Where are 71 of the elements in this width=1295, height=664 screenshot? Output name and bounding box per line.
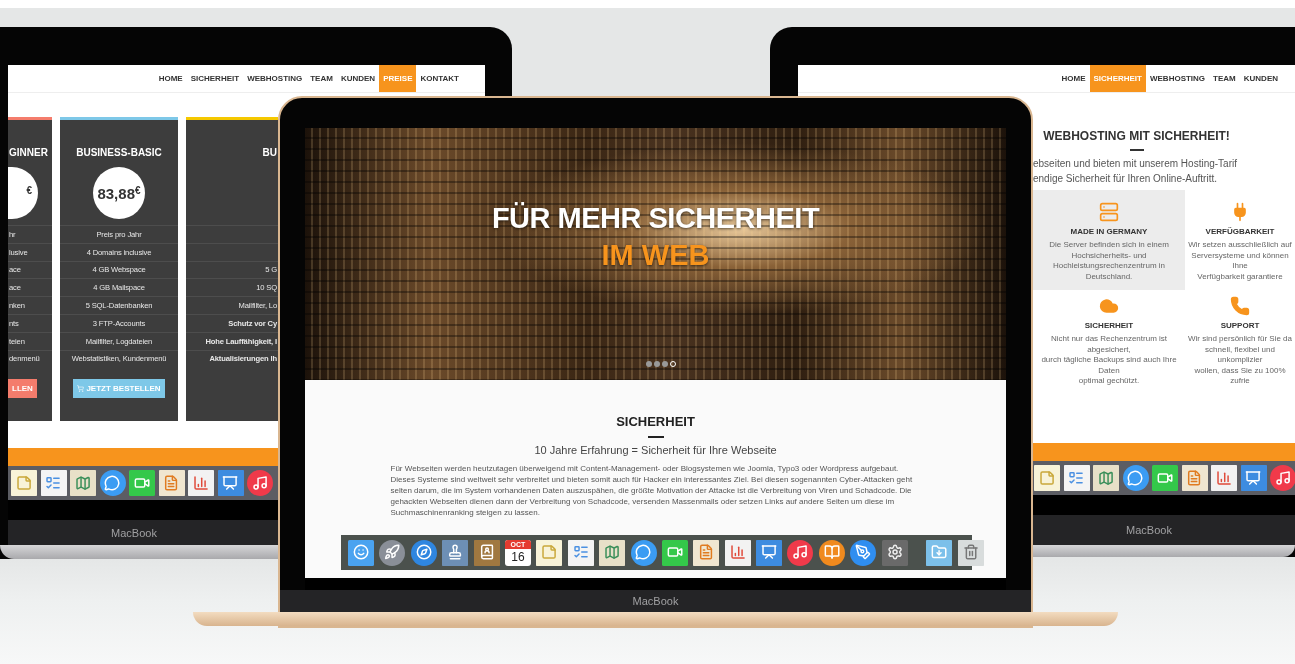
map-icon[interactable]: [1093, 465, 1119, 491]
body-paragraph: Für Webseiten werden heutzutagen überweigend mit Content-Management- oder Blogsystemen wie Joomla, Typo3 oder Wordpress aufgebaut. Dieses Systeme sind weltweit sehr verbreitet und bieten somit auch für Hacker ein interessantes Ziel. Bei diesen sogenannten Cyber-Attacken geht selten darum, die im System vorhandenen Daten auszuspähen, die größte Motivation der Attacke ist die Verbreitung von Viren und Schadcode. Die gehackten Webseiten dienen dann der Verbreitung von Schadcode, versenden Massenmails oder setzen Links auf andere Seiten um diese im Suchmaschinenranking steigen zu lassen.: [390, 463, 914, 518]
checklist-icon[interactable]: [567, 539, 594, 566]
pen-tool-icon[interactable]: [850, 539, 877, 566]
hero-title: FÜR MEHR SICHERHEIT: [491, 202, 820, 235]
rocket-icon[interactable]: [379, 539, 406, 566]
map-icon[interactable]: [70, 470, 96, 496]
plan-title: BU: [261, 147, 278, 160]
presentation-icon[interactable]: [1240, 465, 1267, 491]
nav-link[interactable]: WEBHOSTING: [1146, 65, 1210, 92]
nav-link[interactable]: WEBHOSTING: [243, 65, 307, 92]
slider-dot[interactable]: [662, 361, 668, 367]
feature-title: VERFÜGBARKEIT: [1205, 227, 1275, 236]
nav-link[interactable]: HOME: [154, 65, 187, 92]
hero-highlight: IM WEB: [601, 239, 710, 272]
price: 83,88€: [97, 184, 141, 202]
cloud-icon: [1099, 296, 1119, 316]
trash-icon[interactable]: [957, 539, 984, 566]
music-note-icon[interactable]: [787, 539, 814, 566]
nav-link[interactable]: TEAM: [306, 65, 337, 92]
speech-bubble-icon[interactable]: [99, 470, 126, 496]
phone-icon: [1230, 296, 1250, 316]
nav-link[interactable]: KONTAKT: [416, 65, 463, 92]
notepad-icon[interactable]: [536, 539, 563, 566]
nav-link[interactable]: TEAM: [1209, 65, 1240, 92]
open-book-icon[interactable]: [818, 539, 845, 566]
nav-link[interactable]: SICHERHEIT: [186, 65, 244, 92]
music-note-icon[interactable]: [247, 470, 273, 496]
speech-bubble-icon[interactable]: [1122, 465, 1149, 491]
smiley-face-icon[interactable]: [348, 539, 374, 566]
feature-title: MADE IN GERMANY: [1070, 227, 1148, 236]
nav-link[interactable]: HOME: [1057, 65, 1090, 92]
brand-label: MacBook: [111, 526, 157, 539]
bar-chart-icon[interactable]: [724, 539, 751, 566]
speech-bubble-icon[interactable]: [630, 539, 657, 566]
plan-title: GINNER: [8, 147, 49, 160]
slider-dot[interactable]: [654, 361, 660, 367]
section-title: SICHERHEIT: [616, 414, 695, 429]
price: €: [26, 184, 32, 198]
gear-icon[interactable]: [881, 539, 908, 566]
feature-text: Die Server befinden sich in einem Hochsicherheits- und Hochleistungsrechenzentrum in Deutschland.: [1048, 240, 1170, 282]
feature-text: Nicht nur das Rechenzentrum ist abgesichert, durch tägliche Backups sind auch Ihre Daten optimal gechützt.: [1040, 334, 1178, 387]
checklist-icon[interactable]: [1063, 465, 1090, 491]
document-icon[interactable]: [1181, 465, 1208, 491]
presentation-icon[interactable]: [756, 539, 783, 566]
nav-link[interactable]: KUNDEN: [336, 65, 380, 92]
compass-icon[interactable]: [410, 539, 437, 566]
slider-dot[interactable]: [646, 361, 652, 367]
address-book-icon[interactable]: [473, 539, 500, 566]
server-stack-icon: [1099, 202, 1119, 222]
presentation-icon[interactable]: [217, 470, 244, 496]
cart-icon: [77, 385, 85, 393]
brand-label: MacBook: [1126, 524, 1172, 536]
video-camera-icon[interactable]: [661, 539, 688, 566]
feature-title: SICHERHEIT: [1084, 321, 1134, 330]
checklist-icon[interactable]: [40, 470, 67, 496]
document-icon[interactable]: [158, 470, 185, 496]
plan-title: BUSINESS-BASIC: [76, 147, 162, 160]
intro-paragraph: ebseiten und bieten mit unserem Hosting-Tarif endige Sicherheit für Ihren Online-Auftritt.: [1033, 157, 1238, 186]
music-note-icon[interactable]: [1270, 465, 1295, 491]
section-heading: WEBHOSTING MIT SICHERHEIT!: [1042, 129, 1231, 143]
nav-link[interactable]: KUNDEN: [1239, 65, 1282, 92]
brand-label: MacBook: [632, 595, 679, 607]
feature-title: SUPPORT: [1220, 321, 1260, 330]
feature-text: Wir sind persönlich für Sie da schnell, flexibel und unkomplizier wollen, dass Sie zu 100% zufrie: [1187, 334, 1293, 387]
map-icon[interactable]: [599, 539, 626, 566]
document-icon[interactable]: [693, 539, 720, 566]
section-subtitle: 10 Jahre Erfahrung = Sicherheit für Ihre Webseite: [534, 444, 777, 456]
download-folder-icon[interactable]: [926, 539, 953, 566]
stamp-icon[interactable]: [442, 539, 469, 566]
feature-text: Wir setzen ausschließlich auf Serversysteme und können Ihne Verfügbarkeit garantiere: [1187, 240, 1293, 282]
